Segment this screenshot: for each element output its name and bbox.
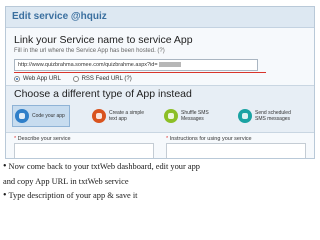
shuffle-sms-icon — [164, 109, 178, 123]
bullet-continuation: and copy App URL in txtWeb service — [3, 176, 129, 186]
describe-service-textarea[interactable] — [14, 143, 154, 158]
app-url-input[interactable]: http://www.quizbrahma.somee.com/quizbrah… — [14, 59, 258, 71]
screenshot-panel: Edit service @hquiz Link your Service na… — [5, 6, 315, 159]
link-section-subtext: Fill in the url where the Service App ha… — [14, 48, 165, 54]
describe-service-label: * Describe your service — [14, 136, 71, 142]
text-app-icon — [92, 109, 106, 123]
app-type-heading: Choose a different type of App instead — [14, 88, 192, 100]
redacted-id — [158, 62, 181, 68]
radio-rss-feed-url-label: RSS Feed URL (?) — [81, 76, 132, 82]
instruction-bullets: • Now come back to your txtWeb dashboard,… — [3, 160, 318, 204]
url-type-radio-group: Web App URL RSS Feed URL (?) — [14, 76, 142, 84]
schedule-sms-icon — [238, 109, 252, 123]
radio-rss-feed-url[interactable]: RSS Feed URL (?) — [72, 76, 132, 82]
link-section-heading: Link your Service name to service App — [14, 34, 193, 46]
app-url-value: http://www.quizbrahma.somee.com/quizbrah… — [18, 62, 158, 68]
app-option-text[interactable]: Create a simple text app — [92, 105, 147, 127]
app-option-shuffle[interactable]: Shuffle SMS Messages — [164, 105, 215, 127]
app-option-code[interactable]: Code your app — [12, 105, 70, 127]
app-option-text-label: Create a simple text app — [109, 110, 145, 122]
bullet-item: • Type description of your app & save it — [3, 190, 138, 201]
radio-web-app-url-indicator[interactable] — [14, 76, 20, 82]
app-option-code-label: Code your app — [32, 113, 65, 119]
instructions-label: * Instructions for using your service — [166, 136, 252, 142]
app-option-shuffle-label: Shuffle SMS Messages — [181, 110, 209, 122]
radio-rss-feed-url-indicator[interactable] — [72, 76, 79, 82]
code-app-icon — [15, 109, 29, 123]
bullet-item: • Now come back to your txtWeb dashboard,… — [3, 161, 200, 172]
instructions-textarea[interactable] — [166, 143, 306, 158]
radio-web-app-url[interactable]: Web App URL — [14, 76, 61, 82]
bullet-icon: • — [3, 190, 7, 201]
app-type-section: Choose a different type of App instead C… — [6, 85, 314, 133]
bullet-icon: • — [3, 161, 7, 172]
app-option-schedule-label: Send scheduled SMS messages — [255, 110, 291, 122]
url-highlight-underline — [14, 72, 266, 73]
page-header: Edit service @hquiz — [6, 7, 314, 28]
radio-web-app-url-label: Web App URL — [23, 76, 61, 82]
app-option-schedule[interactable]: Send scheduled SMS messages — [238, 105, 299, 127]
